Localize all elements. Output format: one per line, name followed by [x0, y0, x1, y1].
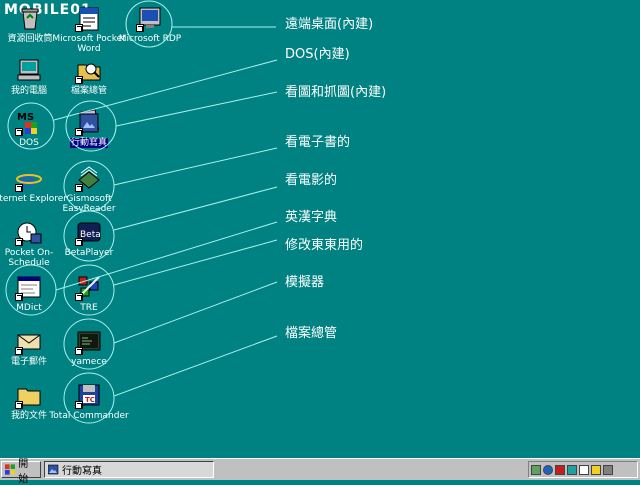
- windows-logo-icon: [5, 464, 16, 475]
- shortcut-arrow-icon: [15, 401, 23, 409]
- desktop-icon-yamece[interactable]: yamece: [49, 327, 129, 367]
- ie-icon[interactable]: [543, 464, 553, 475]
- icon-label: BetaPlayer: [64, 248, 114, 258]
- icon-label: Total Commander: [49, 411, 129, 421]
- desktop: MOBILE01 資源回收筒 Microsoft Pocket Word Mic…: [0, 0, 640, 458]
- shortcut-arrow-icon: [75, 293, 83, 301]
- annotation-line-yamece: [113, 281, 278, 344]
- annotation-line-photo: [115, 91, 278, 127]
- annotation-label-gismo: 看電子書的: [285, 135, 351, 150]
- task-label: 行動寫真: [62, 466, 102, 477]
- annotation-line-beta: [113, 186, 278, 231]
- shortcut-arrow-icon: [15, 238, 23, 246]
- taskbar: 開始 行動寫真: [0, 458, 640, 485]
- keyboard-icon[interactable]: [603, 464, 613, 475]
- annotation-label-tre: 修改東東用的: [285, 238, 364, 253]
- annotation-label-rdp: 遠端桌面(內建): [285, 17, 374, 32]
- start-button[interactable]: 開始: [1, 459, 41, 485]
- taskbar-task-photo[interactable]: 行動寫真: [44, 461, 214, 478]
- shortcut-arrow-icon: [75, 24, 83, 32]
- shortcut-arrow-icon: [75, 401, 83, 409]
- svg-text:MS: MS: [17, 112, 34, 123]
- shortcut-arrow-icon: [15, 128, 23, 136]
- svg-text:TC: TC: [85, 396, 95, 404]
- annotation-line-tre: [113, 239, 278, 286]
- system-tray: [528, 461, 638, 478]
- annotation-label-photo: 看圖和抓圖(內建): [285, 85, 387, 100]
- desktop-icon-rdp[interactable]: Microsoft RDP: [110, 4, 190, 44]
- recycle-bin-icon: [21, 8, 39, 30]
- shortcut-arrow-icon: [75, 238, 83, 246]
- shortcut-arrow-icon: [75, 128, 83, 136]
- shortcut-arrow-icon: [15, 293, 23, 301]
- svg-text:Beta: Beta: [80, 230, 101, 240]
- shortcut-arrow-icon: [136, 24, 144, 32]
- computer-icon: [17, 59, 41, 81]
- desktop-icon-tre[interactable]: TRE: [49, 273, 129, 313]
- desktop-icon-total-commander[interactable]: TC Total Commander: [49, 381, 129, 421]
- annotation-line-total: [113, 335, 278, 397]
- icon-label: 檔案總管: [70, 86, 107, 96]
- network-icon[interactable]: [531, 464, 541, 475]
- cursor-icon[interactable]: [579, 464, 589, 475]
- icon-label: Gismosoft EasyReader: [62, 194, 116, 214]
- annotation-line-gismo: [113, 147, 278, 186]
- icon-label: yamece: [71, 357, 107, 367]
- annotation-label-mdict: 英漢字典: [285, 210, 338, 225]
- shortcut-arrow-icon: [75, 347, 83, 355]
- shortcut-arrow-icon: [75, 76, 83, 84]
- icon-label: Microsoft RDP: [118, 34, 182, 44]
- shortcut-arrow-icon: [75, 184, 83, 192]
- icon-label-selected: 行動寫真: [69, 138, 108, 148]
- annotation-label-total: 檔案總管: [285, 326, 338, 341]
- icon-label: TRE: [80, 303, 98, 313]
- desktop-icon-photo[interactable]: 行動寫真: [49, 108, 129, 148]
- annotation-label-beta: 看電影的: [285, 173, 338, 188]
- annotation-label-dos: DOS(內建): [285, 47, 350, 62]
- sync-icon[interactable]: [567, 464, 577, 475]
- shortcut-arrow-icon: [15, 184, 23, 192]
- desktop-icon-explorer[interactable]: 檔案總管: [49, 56, 129, 96]
- shortcut-arrow-icon: [15, 347, 23, 355]
- photo-icon: [48, 464, 59, 475]
- desktop-icon-betaplayer[interactable]: Beta BetaPlayer: [49, 218, 129, 258]
- annotation-label-yamece: 模擬器: [285, 275, 325, 290]
- star-icon[interactable]: [591, 464, 601, 475]
- desktop-icon-easyreader[interactable]: Gismosoft EasyReader: [49, 164, 129, 214]
- start-label: 開始: [18, 458, 29, 485]
- stop-icon[interactable]: [555, 464, 565, 475]
